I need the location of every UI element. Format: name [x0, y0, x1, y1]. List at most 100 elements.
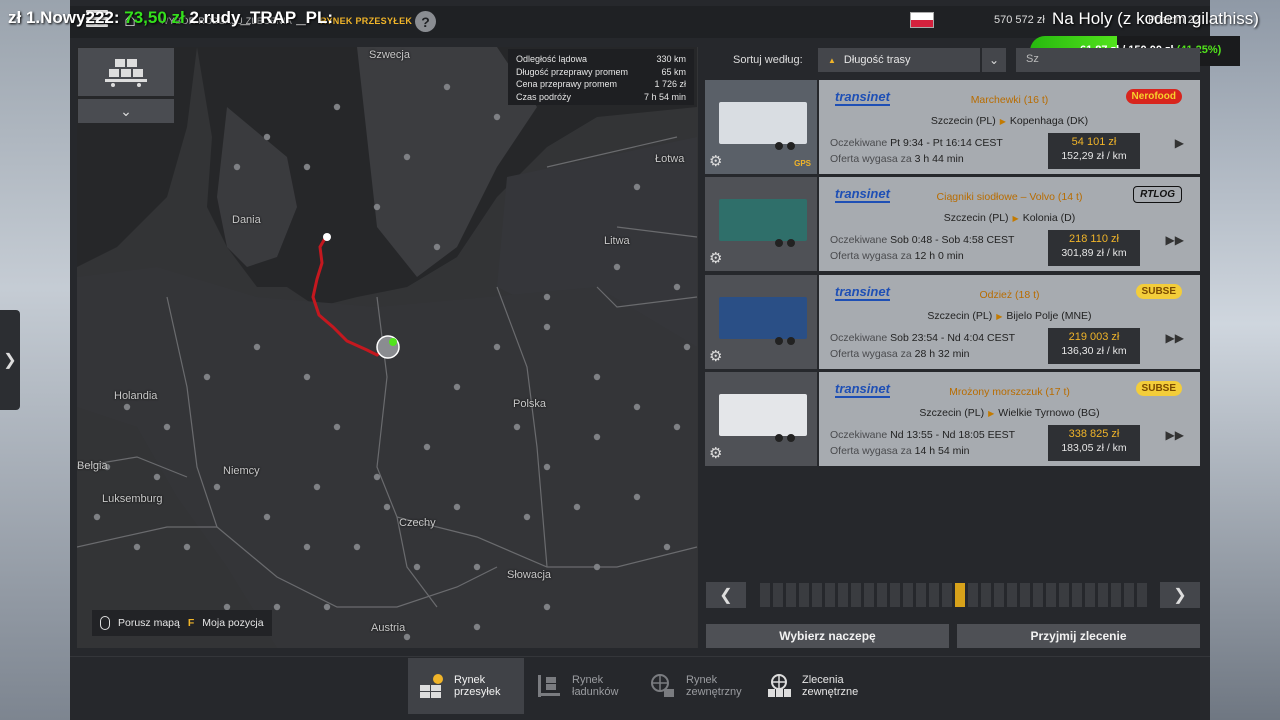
- expand-filter-button[interactable]: ⌄: [78, 99, 174, 123]
- offer-expires: Oferta wygasa za 28 h 32 min: [830, 348, 970, 360]
- page-dot[interactable]: [1006, 583, 1017, 607]
- tab-label: Rynek ładunków: [572, 674, 619, 698]
- side-panel-toggle[interactable]: ❯: [0, 310, 20, 410]
- trailer-boxes-icon: [105, 59, 147, 87]
- sort-dropdown-button[interactable]: ⌄: [982, 48, 1006, 72]
- page-dot[interactable]: [785, 583, 796, 607]
- page-dot[interactable]: [980, 583, 991, 607]
- page-dot[interactable]: [759, 583, 770, 607]
- help-icon[interactable]: ?: [415, 11, 436, 32]
- route-info-panel: Odległość lądowa 330 km Długość przeprawy…: [508, 49, 694, 105]
- map-label-slowacja: Słowacja: [507, 569, 552, 581]
- job-offer-card[interactable]: ⚙ GPS transinet Marchewki (16 t) Szczeci…: [705, 80, 1200, 174]
- page-dot[interactable]: [863, 583, 874, 607]
- search-input[interactable]: Sz: [1016, 48, 1200, 72]
- tab-freight-market[interactable]: Rynek ładunków: [526, 658, 638, 714]
- job-route: Szczecin (PL) ▶ Kolonia (D): [819, 212, 1200, 224]
- accept-job-button[interactable]: Przyjmij zlecenie: [957, 624, 1200, 648]
- job-price: 338 825 zł 183,05 zł / km: [1048, 425, 1140, 461]
- map-legend: Porusz mapą F Moja pozycja: [92, 610, 272, 636]
- choose-trailer-button[interactable]: Wybierz naczepę: [706, 624, 949, 648]
- page-dot[interactable]: [941, 583, 952, 607]
- page-dot[interactable]: [837, 583, 848, 607]
- trailer-thumbnail: ⚙: [705, 177, 817, 271]
- page-dot[interactable]: [954, 583, 965, 607]
- trailer-filter-button[interactable]: [78, 48, 174, 96]
- sort-select[interactable]: ▲ Długość trasy: [818, 48, 980, 72]
- gear-icon[interactable]: ⚙: [709, 249, 722, 267]
- page-dot[interactable]: [876, 583, 887, 607]
- cargo-market-icon: [418, 673, 444, 699]
- page-dot[interactable]: [1110, 583, 1121, 607]
- legend-my-position: Moja pozycja: [202, 617, 264, 629]
- chevron-down-icon: ⌄: [120, 102, 132, 119]
- page-dot[interactable]: [824, 583, 835, 607]
- job-price: 54 101 zł 152,29 zł / km: [1048, 133, 1140, 169]
- page-dot[interactable]: [915, 583, 926, 607]
- page-dot[interactable]: [850, 583, 861, 607]
- destination-city: Kolonia (D): [1022, 212, 1076, 224]
- sort-value: Długość trasy: [843, 54, 911, 66]
- job-price: 219 003 zł 136,30 zł / km: [1048, 328, 1140, 364]
- sort-asc-icon: ▲: [828, 55, 836, 65]
- job-offer-card[interactable]: ⚙ transinet Odzież (18 t) Szczecin (PL) ▶…: [705, 275, 1200, 369]
- page-dot[interactable]: [772, 583, 783, 607]
- page-dot[interactable]: [811, 583, 822, 607]
- destination-city: Wielkie Tyrnowo (BG): [998, 407, 1100, 419]
- page-dot[interactable]: [889, 583, 900, 607]
- page-dot[interactable]: [1071, 583, 1082, 607]
- expected-delivery: Oczekiwane Sob 0:48 - Sob 4:58 CEST: [830, 234, 1015, 246]
- next-page-button[interactable]: ❯: [1160, 582, 1200, 608]
- price-total: 54 101 zł: [1071, 136, 1117, 148]
- job-offer-details: transinet Marchewki (16 t) Szczecin (PL)…: [819, 80, 1200, 174]
- route-map[interactable]: Szwecja Łotwa Dania Litwa Holandia Polsk…: [77, 47, 698, 648]
- tab-external-contracts[interactable]: Zlecenia zewnętrzne: [756, 658, 886, 714]
- page-dot[interactable]: [902, 583, 913, 607]
- page-dot[interactable]: [928, 583, 939, 607]
- gps-icon: GPS: [794, 159, 811, 168]
- page-dot[interactable]: [1032, 583, 1043, 607]
- page-dot[interactable]: [1084, 583, 1095, 607]
- job-route: Szczecin (PL) ▶ Wielkie Tyrnowo (BG): [819, 407, 1200, 419]
- arrow-right-icon: ▶: [999, 117, 1006, 126]
- mouse-icon: [100, 616, 110, 630]
- tab-label: Zlecenia zewnętrzne: [802, 674, 859, 698]
- map-label-holandia: Holandia: [114, 390, 158, 402]
- page-dot[interactable]: [1123, 583, 1134, 607]
- trailer-thumbnail: ⚙: [705, 372, 817, 466]
- overlay-donor-1: 1.Nowy222:: [25, 8, 120, 27]
- offer-expires: Oferta wygasa za 14 h 54 min: [830, 445, 970, 457]
- page-dot[interactable]: [993, 583, 1004, 607]
- chevron-down-icon: ⌄: [988, 53, 1000, 67]
- chevron-left-icon: ❮: [719, 587, 733, 604]
- job-offer-card[interactable]: ⚙ transinet Mrożony morszczuk (17 t) Szc…: [705, 372, 1200, 466]
- job-list-pager: ❮ ❯: [706, 582, 1200, 608]
- arrow-right-icon: ▶▶: [1165, 331, 1184, 345]
- prev-page-button[interactable]: ❮: [706, 582, 746, 608]
- page-dot[interactable]: [798, 583, 809, 607]
- map-label-belgia: Belgia: [77, 460, 108, 472]
- route-travel-time-label: Czas podróży: [516, 91, 572, 102]
- page-dot[interactable]: [1058, 583, 1069, 607]
- price-per-km: 152,29 zł / km: [1061, 150, 1127, 162]
- client-logo: Nerofood: [1125, 89, 1182, 104]
- gear-icon[interactable]: ⚙: [709, 444, 722, 462]
- page-dot[interactable]: [1045, 583, 1056, 607]
- tab-external-market[interactable]: Rynek zewnętrzny: [640, 658, 758, 714]
- page-dot[interactable]: [1019, 583, 1030, 607]
- gear-icon[interactable]: ⚙: [709, 347, 722, 365]
- arrow-right-icon: ▶▶: [1165, 428, 1184, 442]
- tab-cargo-market[interactable]: Rynek przesyłek: [408, 658, 524, 714]
- map-label-dania: Dania: [232, 214, 261, 226]
- page-dot[interactable]: [967, 583, 978, 607]
- expected-delivery: Oczekiwane Pt 9:34 - Pt 16:14 CEST: [830, 137, 1003, 149]
- page-dot[interactable]: [1097, 583, 1108, 607]
- page-dot[interactable]: [1136, 583, 1147, 607]
- trailer-thumbnail: ⚙: [705, 275, 817, 369]
- job-offer-card[interactable]: ⚙ transinet Ciągniki siodłowe – Volvo (1…: [705, 177, 1200, 271]
- sort-label: Sortuj według:: [733, 54, 803, 66]
- client-logo: SUBSE: [1135, 381, 1182, 396]
- gear-icon[interactable]: ⚙: [709, 152, 722, 170]
- price-per-km: 136,30 zł / km: [1061, 345, 1127, 357]
- price-total: 219 003 zł: [1068, 331, 1120, 343]
